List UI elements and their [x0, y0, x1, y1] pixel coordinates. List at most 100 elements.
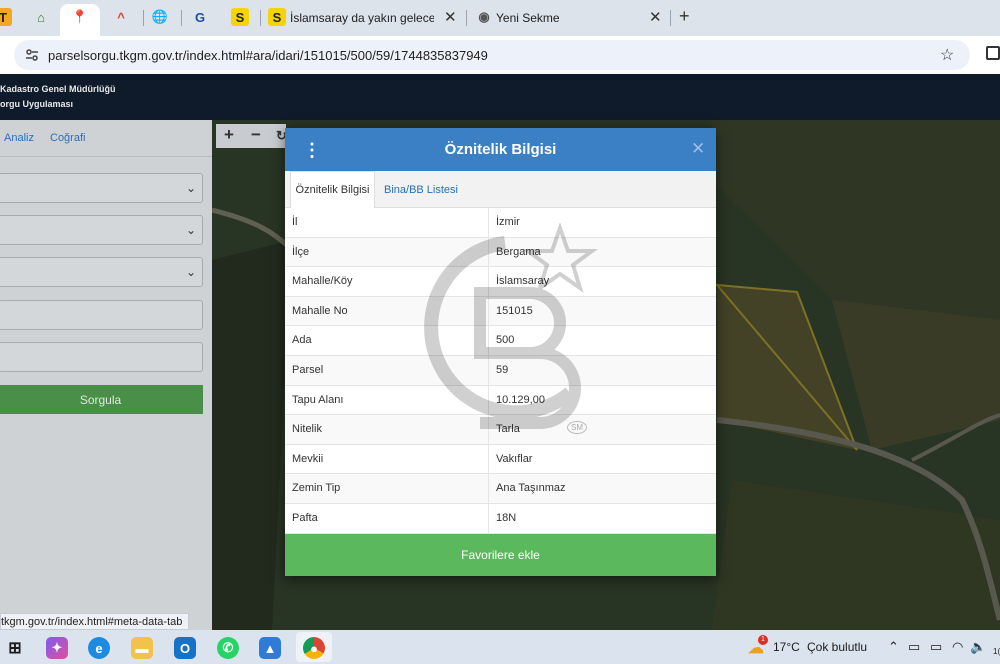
address-bar[interactable]: parselsorgu.tkgm.gov.tr/index.html#ara/i…	[14, 40, 970, 70]
attribute-value: Vakıflar	[496, 452, 533, 465]
link-cografi[interactable]: Coğrafi	[50, 132, 85, 144]
tab-favicon-caret-icon[interactable]: ^	[112, 8, 130, 26]
tab-close-icon[interactable]: ✕	[444, 8, 457, 26]
clock[interactable]: 1(	[993, 647, 1000, 656]
table-row: İl İzmir	[285, 208, 716, 238]
divider	[0, 156, 212, 157]
copilot-icon[interactable]: ✦	[46, 637, 68, 659]
tab-favicon-g-icon[interactable]: G	[191, 8, 209, 26]
modal-header: ⋮ Öznitelik Bilgisi ✕	[285, 128, 716, 171]
tab-favicon-s-icon[interactable]: S	[268, 8, 286, 26]
left-query-panel: Analiz Coğrafi ⌄ ⌄ ⌄ Sorgula	[0, 120, 212, 630]
column-divider	[488, 474, 489, 503]
attribute-key: Tapu Alanı	[292, 393, 344, 406]
tab-favicon-1-icon[interactable]: T	[0, 8, 12, 26]
file-explorer-icon[interactable]: ▬	[131, 637, 153, 659]
column-divider	[488, 385, 489, 415]
il-select[interactable]: ⌄	[0, 173, 203, 203]
status-link-preview: tkgm.gov.tr/index.html#meta-data-tab	[0, 613, 190, 630]
table-row: Mahalle/Köy İslamsaray	[285, 267, 716, 297]
table-row: İlçe Bergama	[285, 237, 716, 268]
attribute-value: 10.129,00	[496, 393, 545, 406]
tab-title-new-tab[interactable]: Yeni Sekme	[496, 11, 616, 25]
tab-separator	[181, 10, 182, 26]
chevron-down-icon: ⌄	[185, 181, 196, 195]
parsel-input[interactable]	[0, 342, 203, 372]
modal-tabs: Öznitelik Bilgisi Bina/BB Listesi	[285, 171, 716, 208]
chrome-icon: ◉	[478, 9, 490, 24]
column-divider	[488, 326, 489, 355]
tab-close-icon[interactable]: ✕	[649, 8, 662, 26]
chevron-up-icon[interactable]: ⌃	[888, 639, 899, 655]
extension-icon[interactable]	[986, 46, 1000, 60]
query-button[interactable]: Sorgula	[0, 385, 203, 414]
task-view-icon[interactable]: ⊞	[4, 637, 26, 659]
url-text[interactable]: parselsorgu.tkgm.gov.tr/index.html#ara/i…	[48, 48, 488, 63]
attribute-key: Mevkii	[292, 452, 324, 465]
watermark-sm: SM	[567, 421, 587, 434]
tab-favicon-s-icon[interactable]: S	[231, 8, 249, 26]
tab-attribute-info[interactable]: Öznitelik Bilgisi	[290, 171, 375, 208]
bookmark-star-icon[interactable]: ☆	[940, 45, 954, 65]
attribute-info-modal: ⋮ Öznitelik Bilgisi ✕ Öznitelik Bilgisi …	[285, 128, 716, 576]
photos-icon[interactable]: ▲	[259, 637, 281, 659]
attribute-value: 59	[496, 363, 509, 376]
browser-tab-bar: T ⌂ 📍 ^ 🌐 G S S İslamsaray da yakın gele…	[0, 0, 1000, 36]
attribute-table: İl İzmir İlçe Bergama Mahalle/Köy İslamsaray M…	[285, 208, 716, 534]
column-divider	[488, 503, 489, 533]
tab-separator	[143, 10, 144, 26]
meet-now-icon[interactable]: ▭	[908, 639, 920, 655]
table-row: Mevkii Vakıflar	[285, 444, 716, 475]
column-divider	[488, 355, 489, 385]
wifi-icon[interactable]: ◠	[952, 639, 963, 655]
table-row: Ada 500	[285, 326, 716, 356]
close-icon[interactable]: ✕	[691, 139, 705, 159]
link-analiz[interactable]: Analiz	[4, 132, 34, 144]
site-settings-icon[interactable]	[24, 47, 40, 63]
attribute-value: Tarla	[496, 423, 520, 436]
zoom-out-button[interactable]: −	[251, 125, 261, 145]
tab-building-list[interactable]: Bina/BB Listesi	[384, 171, 458, 208]
volume-icon[interactable]: 🔈	[970, 639, 986, 655]
table-row: Zemin Tip Ana Taşınmaz	[285, 474, 716, 504]
tab-separator	[260, 10, 261, 26]
add-to-favorites-button[interactable]: Favorilere ekle	[285, 534, 716, 576]
attribute-key: Parsel	[292, 363, 324, 376]
weather-temperature[interactable]: 17°C	[773, 640, 800, 654]
column-divider	[488, 267, 489, 296]
outlook-icon[interactable]: O	[174, 637, 196, 659]
ilce-select[interactable]: ⌄	[0, 215, 203, 245]
attribute-key: Zemin Tip	[292, 482, 341, 495]
attribute-key: Pafta	[292, 511, 318, 524]
battery-icon[interactable]: ▭	[930, 639, 942, 655]
zoom-in-button[interactable]: +	[224, 125, 234, 145]
attribute-key: İl	[292, 216, 298, 228]
attribute-value: 500	[496, 334, 515, 347]
attribute-key: Mahalle/Köy	[292, 275, 353, 288]
table-row: Mahalle No 151015	[285, 296, 716, 327]
tab-title-islamsaray[interactable]: İslamsaray da yakın geleceği pa	[290, 11, 434, 25]
whatsapp-icon[interactable]: ✆	[217, 637, 239, 659]
column-divider	[488, 208, 489, 237]
site-header: Kadastro Genel Müdürlüğü orgu Uygulaması	[0, 74, 1000, 120]
table-row: Tapu Alanı 10.129,00	[285, 385, 716, 416]
edge-icon[interactable]: e	[88, 637, 110, 659]
modal-title: Öznitelik Bilgisi	[444, 141, 557, 158]
globe-icon[interactable]: 🌐	[151, 8, 169, 26]
tab-favicon-home-icon[interactable]: ⌂	[32, 8, 50, 26]
ada-input[interactable]	[0, 300, 203, 330]
map-zoom-controls: + − ↻	[216, 124, 287, 148]
attribute-key: Nitelik	[292, 423, 322, 436]
windows-taskbar: ⊞ ✦ e ▬ O ✆ ▲ ● ☁ 1 17°C Çok bulutlu ⌃ ▭…	[0, 630, 1000, 664]
chevron-down-icon: ⌄	[185, 265, 196, 279]
chrome-taskbar-icon[interactable]: ●	[303, 637, 325, 659]
mahalle-select[interactable]: ⌄	[0, 257, 203, 287]
site-header-app: orgu Uygulaması	[0, 99, 74, 109]
weather-condition[interactable]: Çok bulutlu	[807, 640, 867, 654]
column-divider	[488, 296, 489, 326]
table-row: Parsel 59	[285, 355, 716, 386]
new-tab-button[interactable]: +	[679, 6, 690, 27]
column-divider	[488, 444, 489, 474]
column-divider	[488, 237, 489, 267]
column-divider	[488, 415, 489, 444]
